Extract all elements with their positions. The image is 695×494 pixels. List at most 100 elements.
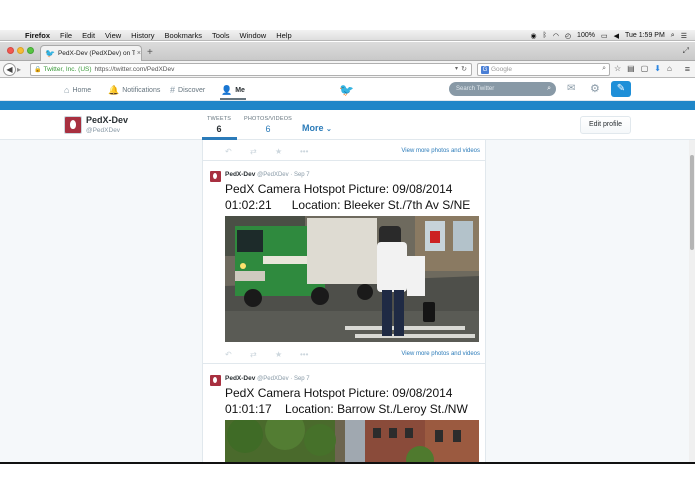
page-scrollbar[interactable]: [689, 140, 695, 462]
twitter-search-input[interactable]: Search Twitter ⌕: [449, 82, 556, 96]
fullscreen-icon[interactable]: ⤢: [683, 46, 689, 56]
menu-window[interactable]: Window: [240, 31, 267, 40]
bookmark-star-icon[interactable]: ☆: [614, 64, 621, 73]
profile-header-banner: [0, 101, 695, 110]
edit-profile-button[interactable]: Edit profile: [580, 116, 631, 134]
clock[interactable]: Tue 1:59 PM: [625, 32, 665, 39]
reply-icon[interactable]: ↶: [225, 350, 232, 359]
battery-icon[interactable]: ▭: [601, 32, 608, 40]
bluetooth-icon[interactable]: ᛒ: [543, 32, 547, 39]
view-more-photos-link[interactable]: View more photos and videos: [401, 148, 480, 154]
twitter-bird-icon[interactable]: 🐦: [339, 83, 354, 97]
tweet-author-meta[interactable]: @PedXDev · Sep 7: [257, 376, 309, 382]
search-icon[interactable]: ⌕: [547, 82, 551, 96]
menu-bookmarks[interactable]: Bookmarks: [165, 31, 203, 40]
search-bar[interactable]: G Google ⌕: [477, 63, 610, 76]
nav-home[interactable]: ⌂ Home: [64, 85, 91, 95]
tweet-2[interactable]: PedX-Dev @PedXDev · Sep 7 PedX Camera Ho…: [203, 372, 485, 462]
tweet-photo-street-trees[interactable]: [225, 420, 479, 462]
profile-name[interactable]: PedX-Dev: [86, 115, 128, 125]
street-photo-1-image: [225, 216, 479, 342]
more-dropdown[interactable]: More ⌄: [302, 123, 332, 133]
spotlight-icon[interactable]: ⌕: [671, 32, 675, 40]
hashtag-icon: #: [170, 85, 176, 95]
lock-icon[interactable]: 🔒: [34, 66, 41, 73]
stat-tweets-label: TWEETS: [207, 116, 232, 122]
menu-history[interactable]: History: [131, 31, 154, 40]
stat-photos-value: 6: [265, 124, 271, 134]
retweet-icon[interactable]: ⇄: [250, 147, 257, 156]
profile-handle[interactable]: @PedXDev: [86, 127, 120, 134]
menu-file[interactable]: File: [60, 31, 72, 40]
more-dots-icon[interactable]: •••: [300, 147, 308, 156]
tweet-avatar[interactable]: [210, 375, 221, 386]
retweet-icon[interactable]: ⇄: [250, 350, 257, 359]
back-button[interactable]: ◀: [3, 63, 16, 76]
view-more-photos-link[interactable]: View more photos and videos: [401, 351, 480, 357]
bottom-margin: [0, 464, 695, 494]
toolbar-icons: ☆ ▤ ▢ ⬇ ⌂: [614, 64, 672, 73]
new-tab-button[interactable]: +: [147, 47, 153, 58]
tweet-author-name[interactable]: PedX-Dev: [225, 171, 255, 178]
menu-app-name[interactable]: Firefox: [25, 31, 50, 40]
volume-icon[interactable]: ◀: [614, 32, 619, 40]
tweet-photo-street-truck[interactable]: [225, 216, 479, 342]
tweet-text: PedX Camera Hotspot Picture: 09/08/2014 …: [225, 386, 468, 416]
reading-list-icon[interactable]: ▤: [627, 64, 635, 73]
bell-icon: 🔔: [108, 85, 120, 95]
wifi-icon[interactable]: ◠: [553, 32, 559, 40]
tweet-text: PedX Camera Hotspot Picture: 09/08/2014 …: [225, 182, 471, 212]
tweet-author-meta[interactable]: @PedXDev · Sep 7: [257, 172, 309, 178]
timeline: ↶ ⇄ ★ ••• View more photos and videos Pe…: [202, 140, 486, 462]
url-bar[interactable]: 🔒 Twitter, Inc. (US) https://twitter.com…: [30, 63, 472, 76]
profile-avatar[interactable]: [64, 116, 82, 134]
search-placeholder: Google: [491, 66, 512, 73]
more-dots-icon[interactable]: •••: [300, 350, 308, 359]
reply-icon[interactable]: ↶: [225, 147, 232, 156]
nav-me[interactable]: 👤 Me: [221, 85, 245, 96]
profile-nav-bar: PedX-Dev @PedXDev TWEETS 6 PHOTOS/VIDEOS…: [0, 110, 695, 140]
more-label: More: [302, 123, 324, 133]
battery-percent[interactable]: 100%: [577, 32, 595, 39]
browser-tab[interactable]: 🐦 PedX-Dev (PedXDev) on T... ×: [40, 45, 142, 61]
favorite-star-icon[interactable]: ★: [275, 147, 282, 156]
google-engine-icon[interactable]: G: [481, 65, 489, 74]
url-text[interactable]: https://twitter.com/PedXDev: [95, 66, 175, 73]
menu-help[interactable]: Help: [276, 31, 291, 40]
menu-view[interactable]: View: [105, 31, 121, 40]
scrollbar-thumb[interactable]: [690, 155, 694, 250]
menu-tools[interactable]: Tools: [212, 31, 230, 40]
settings-gear-icon[interactable]: ⚙: [590, 82, 600, 95]
search-icon[interactable]: ⌕: [602, 65, 606, 73]
reload-icon[interactable]: ↻: [461, 65, 467, 73]
url-dropdown-icon[interactable]: ▾: [455, 65, 458, 72]
stat-tweets[interactable]: TWEETS 6: [207, 116, 231, 134]
twitter-search-placeholder: Search Twitter: [456, 86, 495, 92]
favorite-star-icon[interactable]: ★: [275, 350, 282, 359]
notification-center-icon[interactable]: ☰: [681, 32, 687, 40]
forward-button[interactable]: ▸: [17, 65, 21, 74]
downloads-icon[interactable]: ⬇: [654, 64, 661, 73]
nav-me-label: Me: [235, 87, 245, 94]
tweet-avatar[interactable]: [210, 171, 221, 182]
zoom-window-button[interactable]: [27, 47, 34, 54]
tweet-author-name[interactable]: PedX-Dev: [225, 375, 255, 382]
stat-photos[interactable]: PHOTOS/VIDEOS 6: [244, 116, 292, 134]
hamburger-menu-icon[interactable]: ≡: [685, 64, 690, 74]
minimize-window-button[interactable]: [17, 47, 24, 54]
site-identity[interactable]: Twitter, Inc. (US): [43, 66, 91, 73]
nav-discover[interactable]: # Discover: [170, 85, 205, 95]
direct-messages-icon[interactable]: ✉: [567, 83, 575, 94]
timemachine-icon[interactable]: ◴: [565, 32, 571, 40]
tab-strip: 🐦 PedX-Dev (PedXDev) on T... × + ⤢: [0, 42, 695, 61]
tab-close-icon[interactable]: ×: [137, 50, 141, 57]
menu-edit[interactable]: Edit: [82, 31, 95, 40]
home-icon[interactable]: ⌂: [667, 64, 672, 73]
pocket-icon[interactable]: ▢: [641, 64, 649, 73]
compose-tweet-button[interactable]: ✎: [611, 81, 631, 97]
tweet-1[interactable]: PedX-Dev @PedXDev · Sep 7 PedX Camera Ho…: [203, 168, 485, 366]
nav-notifications[interactable]: 🔔 Notifications: [108, 85, 160, 96]
sync-icon[interactable]: ◉: [531, 32, 537, 40]
close-window-button[interactable]: [7, 47, 14, 54]
stat-tweets-value: 6: [216, 124, 222, 134]
